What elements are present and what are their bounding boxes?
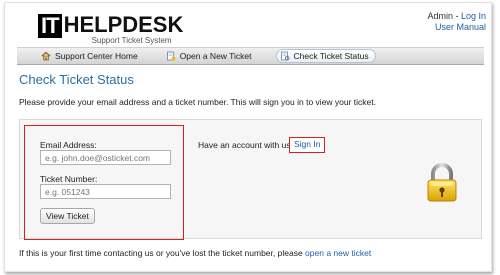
ticket-number-label: Ticket Number: xyxy=(40,174,98,184)
nav-item-home[interactable]: Support Center Home xyxy=(37,49,142,63)
footer-text: If this is your first time contacting us… xyxy=(19,248,303,258)
open-new-ticket-link[interactable]: open a new ticket xyxy=(305,248,371,258)
email-input[interactable] xyxy=(40,150,171,165)
sign-in-link[interactable]: Sign In xyxy=(289,137,326,153)
ticket-status-icon xyxy=(280,51,289,61)
top-links: Admin - Log In User Manual xyxy=(427,11,486,33)
page-title: Check Ticket Status xyxy=(19,72,134,87)
user-label: Admin xyxy=(427,11,453,21)
nav-item-new-ticket[interactable]: Open a New Ticket xyxy=(162,49,256,63)
account-prompt: Have an account with us? xyxy=(198,140,296,150)
nav-label-check-status: Check Ticket Status xyxy=(293,51,369,61)
footer-note: If this is your first time contacting us… xyxy=(19,248,371,258)
email-label: Email Address: xyxy=(40,140,97,150)
logo-mark: IT xyxy=(38,14,62,38)
separator: - xyxy=(452,11,461,21)
home-icon xyxy=(41,51,51,61)
view-ticket-button[interactable]: View Ticket xyxy=(40,208,95,224)
login-link[interactable]: Log In xyxy=(461,11,486,21)
nav-label-new-ticket: Open a New Ticket xyxy=(179,51,252,61)
nav-label-home: Support Center Home xyxy=(55,51,138,61)
ticket-number-input[interactable] xyxy=(40,184,171,199)
intro-text: Please provide your email address and a … xyxy=(19,97,377,107)
user-manual-link[interactable]: User Manual xyxy=(435,22,486,32)
logo[interactable]: IT HELPDESK Support Ticket System xyxy=(38,14,183,45)
padlock-icon xyxy=(427,163,457,202)
new-ticket-icon xyxy=(166,51,176,61)
main-nav: Support Center Home Open a New Ticket Ch… xyxy=(17,47,484,65)
nav-item-check-status[interactable]: Check Ticket Status xyxy=(275,49,376,63)
logo-tagline: Support Ticket System xyxy=(91,36,172,45)
logo-name: HELPDESK xyxy=(63,12,184,37)
